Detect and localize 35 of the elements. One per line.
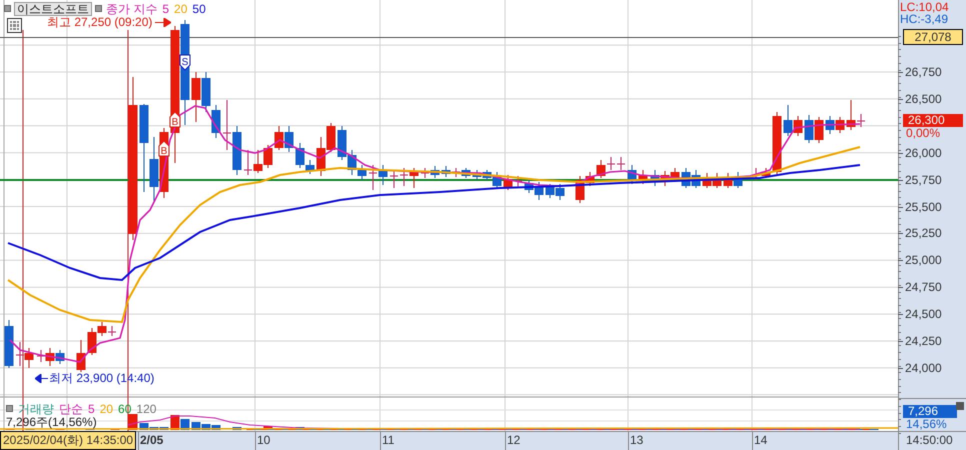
- axis-tick-label: 24,750: [905, 280, 942, 294]
- period-label[interactable]: 120: [136, 402, 156, 416]
- axis-tick-label: 26,500: [905, 92, 942, 106]
- axis-tick-label: 26,000: [905, 146, 942, 160]
- volume-axis-value: 7,296: [903, 405, 957, 418]
- date-label: 13: [630, 432, 644, 449]
- axis-tick-label: 25,000: [905, 253, 942, 268]
- date-label: 14: [754, 432, 768, 449]
- axis-tick-label: 25,500: [905, 200, 942, 214]
- sell-signal-marker: S: [180, 54, 190, 71]
- symbol-button[interactable]: 이스트소프트: [14, 2, 92, 16]
- period-label[interactable]: 5: [162, 2, 170, 16]
- volume-axis-percent: 14,56%: [906, 418, 947, 430]
- axis-tick-label: 24,000: [905, 360, 942, 375]
- ma-type-label: 단순: [59, 402, 83, 416]
- date-label: 11: [382, 432, 394, 449]
- axis-tick-label: 24,500: [905, 307, 942, 322]
- change-percent: 0,00%: [906, 127, 940, 139]
- axis-tick-label: 25,750: [905, 172, 942, 187]
- axis-tick-label: 25,250: [905, 226, 942, 240]
- cursor-time-label: 2025/02/04(화) 14:35:00: [0, 431, 136, 450]
- high-price-label: 최고 27,250 (09:20): [47, 15, 152, 29]
- date-label: 10: [257, 432, 270, 449]
- date-label: 2/05: [140, 432, 164, 449]
- axis-tick-label: 26,750: [905, 65, 942, 79]
- lc-value: LC:10,04: [900, 1, 949, 13]
- axis-tick-label: 24,250: [905, 334, 942, 348]
- hc-value: HC:-3,49: [900, 13, 948, 25]
- reference-price-label: 27,078: [903, 29, 963, 45]
- indicator-label: 종가 지수: [106, 2, 158, 16]
- time-label: 14:50:00: [906, 432, 953, 449]
- current-price-label: 26,300: [903, 114, 963, 127]
- period-label[interactable]: 5: [88, 402, 95, 416]
- date-label: 12: [507, 432, 520, 449]
- period-label[interactable]: 50: [192, 2, 206, 16]
